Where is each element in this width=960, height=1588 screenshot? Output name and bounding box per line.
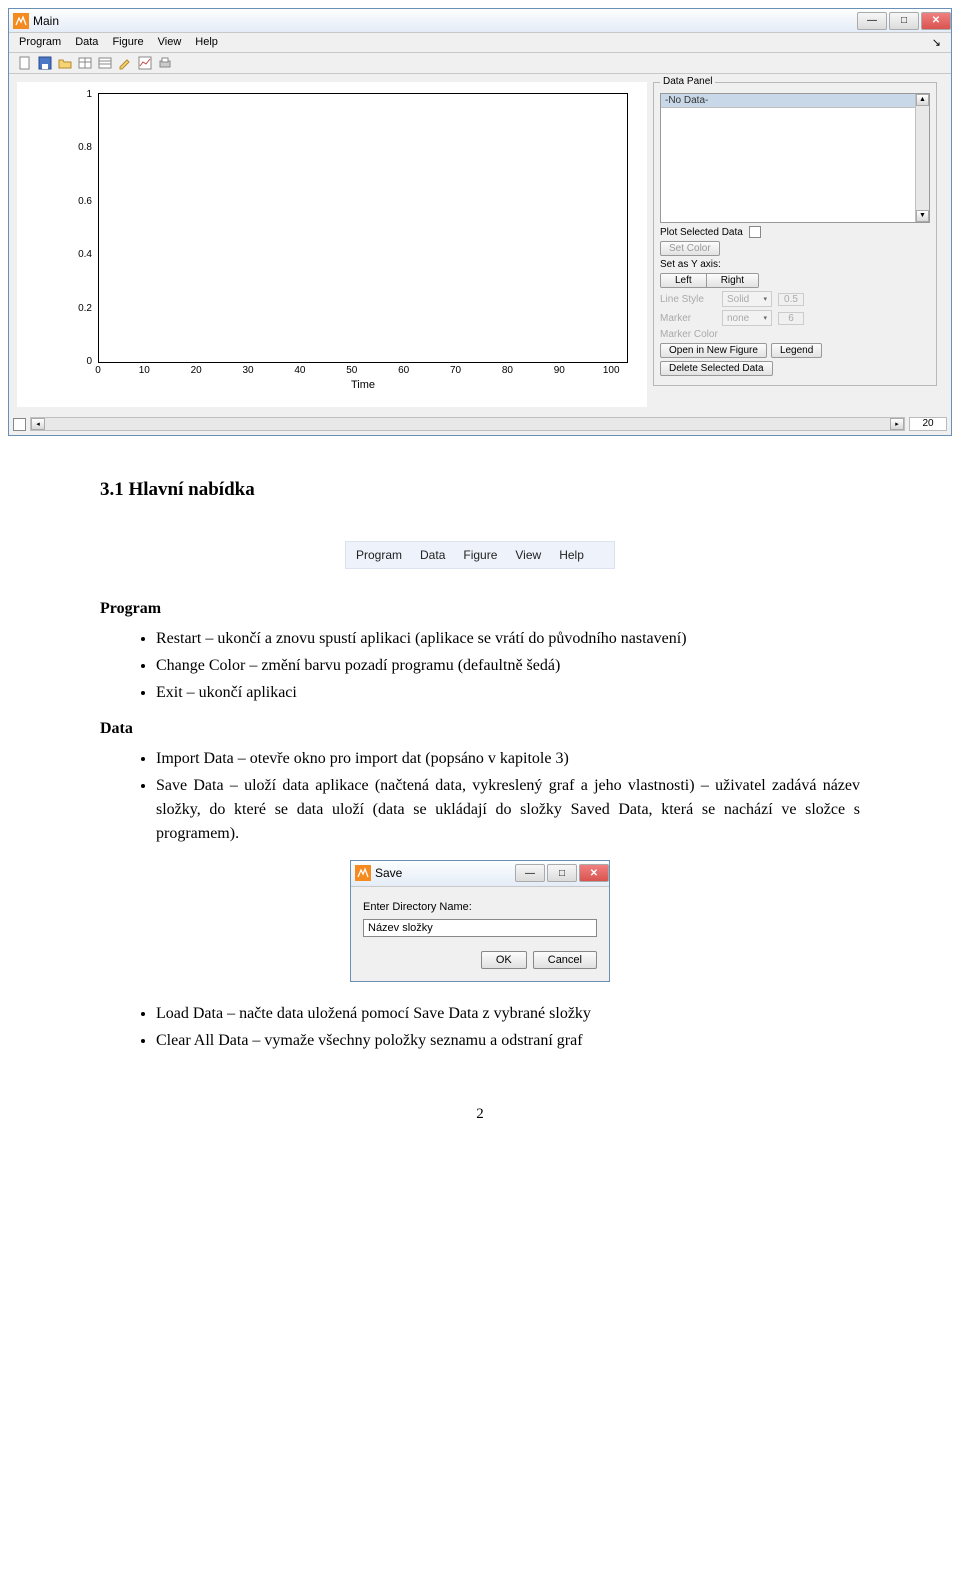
data-list[interactable]: -No Data- ▲ ▼ (660, 93, 930, 223)
app-icon (13, 13, 29, 29)
print-icon[interactable] (157, 55, 173, 71)
scroll-up-icon[interactable]: ▲ (916, 94, 929, 106)
toolbar (9, 53, 951, 74)
program-section-label: Program (100, 597, 860, 621)
window-title: Main (33, 14, 855, 28)
plot-axes[interactable] (98, 93, 628, 363)
directory-name-input[interactable] (363, 919, 597, 937)
data-panel-group: Data Panel -No Data- ▲ ▼ Plot Selected D… (653, 82, 937, 386)
data-list-2: Load Data – načte data uložená pomocí Sa… (100, 1002, 860, 1053)
menu-help[interactable]: Help (195, 36, 218, 49)
directory-name-label: Enter Directory Name: (363, 899, 597, 916)
list-scrollbar[interactable]: ▲ ▼ (915, 94, 929, 222)
delete-selected-button[interactable]: Delete Selected Data (660, 361, 773, 376)
x-ticks: 0 10 20 30 40 50 60 70 80 90 100 (98, 365, 628, 376)
list-item: Save Data – uloží data aplikace (načtená… (156, 774, 860, 846)
menu-program[interactable]: Program (19, 36, 61, 49)
marker-select[interactable]: none▾ (722, 310, 772, 326)
y-axis-side-toggle: Left Right (660, 273, 759, 288)
chart-icon[interactable] (137, 55, 153, 71)
list-item: Load Data – načte data uložená pomocí Sa… (156, 1002, 860, 1026)
zoom-input[interactable]: 20 (909, 417, 947, 431)
list-item: Change Color – změní barvu pozadí progra… (156, 654, 860, 678)
set-color-button[interactable]: Set Color (660, 241, 720, 256)
maximize-button[interactable]: □ (889, 12, 919, 30)
menu-view[interactable]: View (158, 36, 182, 49)
y-ticks: 1 0.8 0.6 0.4 0.2 0 (78, 89, 92, 367)
x-axis-label: Time (98, 379, 628, 391)
window-controls: ― □ ✕ (855, 12, 951, 30)
edit-icon[interactable] (117, 55, 133, 71)
y-right-button[interactable]: Right (707, 274, 758, 287)
marker-size-input[interactable]: 6 (778, 312, 804, 325)
horizontal-scrollbar[interactable]: ◂ ▸ (30, 417, 905, 431)
marker-color-label: Marker Color (660, 329, 718, 340)
line-style-select[interactable]: Solid▾ (722, 291, 772, 307)
dialog-maximize-button[interactable]: □ (547, 864, 577, 882)
list-item: Import Data – otevře okno pro import dat… (156, 747, 860, 771)
data-list-1: Import Data – otevře okno pro import dat… (100, 747, 860, 846)
scroll-left-icon[interactable]: ◂ (31, 418, 45, 430)
plot-selected-label: Plot Selected Data (660, 227, 743, 238)
main-app-window: Main ― □ ✕ Program Data Figure View Help… (8, 8, 952, 436)
set-as-y-label: Set as Y axis: (660, 259, 721, 270)
new-file-icon[interactable] (17, 55, 33, 71)
list-icon[interactable] (97, 55, 113, 71)
open-folder-icon[interactable] (57, 55, 73, 71)
save-dialog-figure: Save ― □ ✕ Enter Directory Name: OK Canc… (350, 860, 610, 983)
no-data-item[interactable]: -No Data- (661, 94, 915, 108)
legend-button[interactable]: Legend (771, 343, 822, 358)
data-section-label: Data (100, 717, 860, 741)
data-panel-legend: Data Panel (660, 76, 715, 87)
dialog-close-button[interactable]: ✕ (579, 864, 609, 882)
app-body: 0 10 20 30 40 50 60 70 80 90 100 Time 1 … (9, 74, 951, 415)
ok-button[interactable]: OK (481, 951, 527, 969)
cancel-button[interactable]: Cancel (533, 951, 597, 969)
right-panel: Data Panel -No Data- ▲ ▼ Plot Selected D… (647, 82, 943, 407)
save-dialog-app-icon (355, 865, 371, 881)
save-dialog-title: Save (375, 864, 513, 882)
plot-selected-checkbox[interactable] (749, 226, 761, 238)
page-number: 2 (100, 1103, 860, 1126)
save-icon[interactable] (37, 55, 53, 71)
footer-checkbox[interactable] (13, 418, 26, 431)
menu-figure[interactable]: Figure (112, 36, 143, 49)
y-left-button[interactable]: Left (661, 274, 707, 287)
menubar: Program Data Figure View Help ↘ (9, 33, 951, 53)
scroll-down-icon[interactable]: ▼ (916, 210, 929, 222)
plot-area: 0 10 20 30 40 50 60 70 80 90 100 Time 1 … (17, 82, 647, 407)
open-new-figure-button[interactable]: Open in New Figure (660, 343, 767, 358)
menu-strip-figure: Program Data Figure View Help (345, 541, 615, 569)
menu-data[interactable]: Data (75, 36, 98, 49)
save-dialog-titlebar: Save ― □ ✕ (351, 861, 609, 887)
table-icon[interactable] (77, 55, 93, 71)
section-heading: 3.1 Hlavní nabídka (100, 476, 860, 505)
dock-toggle-icon[interactable]: ↘ (932, 36, 941, 49)
list-item: Clear All Data – vymaže všechny položky … (156, 1029, 860, 1053)
minimize-button[interactable]: ― (857, 12, 887, 30)
document-body: 3.1 Hlavní nabídka Program Data Figure V… (0, 436, 960, 1146)
close-button[interactable]: ✕ (921, 12, 951, 30)
titlebar: Main ― □ ✕ (9, 9, 951, 33)
list-item: Exit – ukončí aplikaci (156, 681, 860, 705)
dialog-minimize-button[interactable]: ― (515, 864, 545, 882)
app-footer: ◂ ▸ 20 (9, 415, 951, 435)
line-style-label: Line Style (660, 294, 716, 305)
program-list: Restart – ukončí a znovu spustí aplikaci… (100, 627, 860, 705)
line-width-input[interactable]: 0.5 (778, 293, 804, 306)
list-item: Restart – ukončí a znovu spustí aplikaci… (156, 627, 860, 651)
scroll-right-icon[interactable]: ▸ (890, 418, 904, 430)
marker-label: Marker (660, 313, 716, 324)
